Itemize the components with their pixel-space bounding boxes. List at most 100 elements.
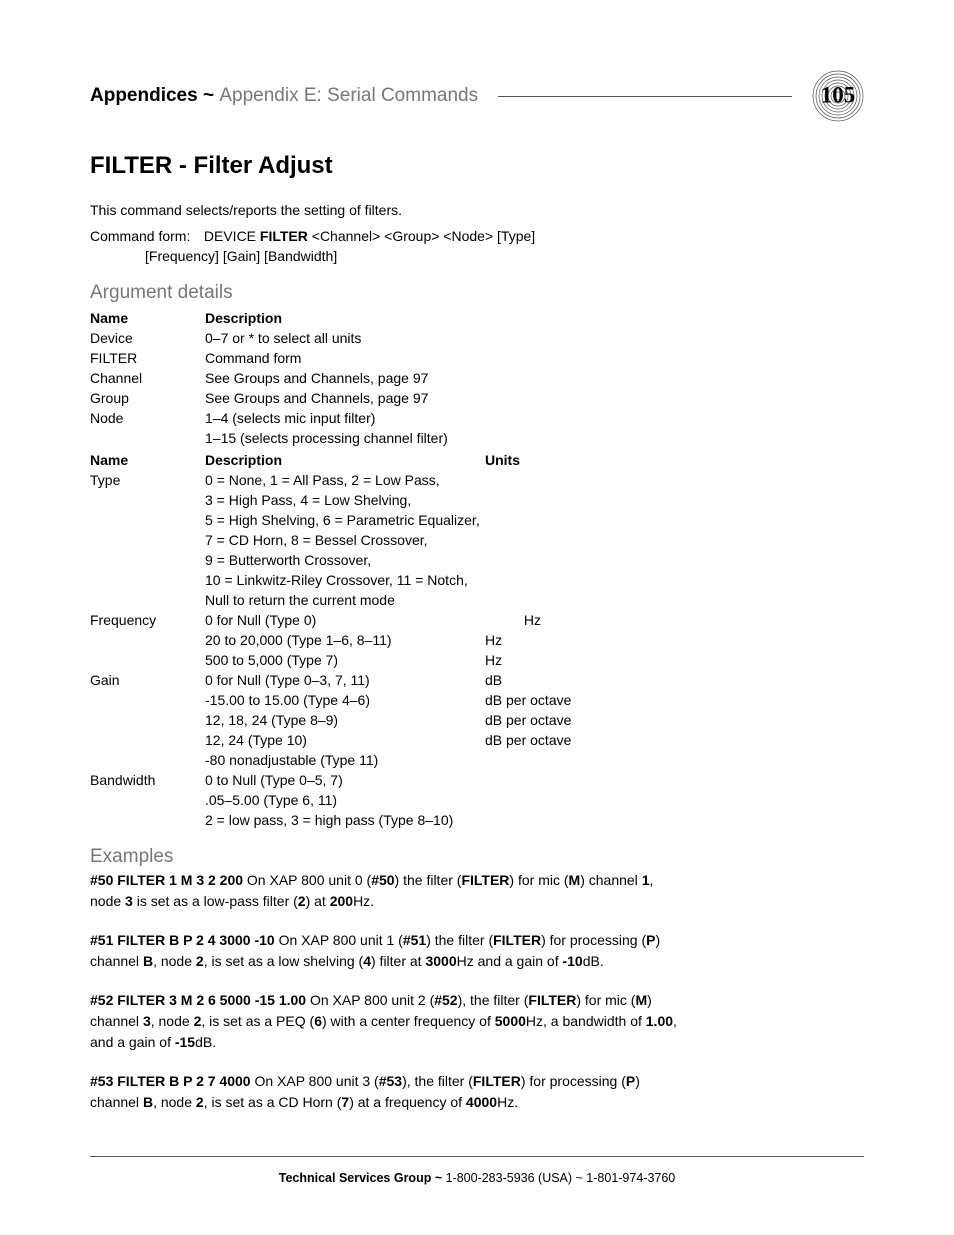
table-header-row: Name Description xyxy=(90,306,864,328)
arg-units: dB per octave xyxy=(485,710,864,730)
command-form-line2: [Frequency] [Gain] [Bandwidth] xyxy=(145,248,864,264)
table-row: -80 nonadjustable (Type 11) xyxy=(90,750,864,770)
command-form-label: Command form: xyxy=(90,228,200,244)
table-row: 10 = Linkwitz-Riley Crossover, 11 = Notc… xyxy=(90,570,864,590)
arg-desc: 7 = CD Horn, 8 = Bessel Crossover, xyxy=(205,530,485,550)
arg-units xyxy=(485,750,864,770)
arg-name xyxy=(90,630,205,650)
col-header-name: Name xyxy=(90,306,205,328)
arg-desc: 500 to 5,000 (Type 7) xyxy=(205,650,485,670)
arg-units xyxy=(485,770,864,790)
arg-name xyxy=(90,428,205,448)
arg-name xyxy=(90,510,205,530)
arg-units: Hz xyxy=(485,630,864,650)
arg-name xyxy=(90,590,205,610)
breadcrumb-sub: Appendix E: Serial Commands xyxy=(219,85,478,106)
table-row: Device0–7 or * to select all units xyxy=(90,328,864,348)
arg-desc: See Groups and Channels, page 97 xyxy=(205,368,485,388)
arg-name xyxy=(90,490,205,510)
table-row: 2 = low pass, 3 = high pass (Type 8–10) xyxy=(90,810,864,830)
arg-units: dB xyxy=(485,670,864,690)
arg-name: Type xyxy=(90,470,205,490)
arg-desc: 0 for Null (Type 0) xyxy=(205,610,485,630)
arg-name: Bandwidth xyxy=(90,770,205,790)
arg-name: Device xyxy=(90,328,205,348)
arg-units xyxy=(485,590,864,610)
table-row: Null to return the current mode xyxy=(90,590,864,610)
table-row: ChannelSee Groups and Channels, page 97 xyxy=(90,368,864,388)
table-row: FILTERCommand form xyxy=(90,348,864,368)
arg-units: dB per octave xyxy=(485,690,864,710)
arg-name: Channel xyxy=(90,368,205,388)
col-header-units: Units xyxy=(485,448,864,470)
arg-name xyxy=(90,550,205,570)
arg-name xyxy=(90,790,205,810)
header-rule xyxy=(498,96,792,97)
arg-desc: Command form xyxy=(205,348,485,368)
arg-desc: -80 nonadjustable (Type 11) xyxy=(205,750,485,770)
arg-desc: 3 = High Pass, 4 = Low Shelving, xyxy=(205,490,485,510)
example-paragraph: #50 FILTER 1 M 3 2 200 On XAP 800 unit 0… xyxy=(90,870,680,912)
command-form-args: <Channel> <Group> <Node> [Type] xyxy=(308,228,535,244)
footer-org: Technical Services Group ~ xyxy=(279,1171,446,1185)
arg-units xyxy=(485,510,864,530)
footer-phones: 1-800-283-5936 (USA) ~ 1-801-974-3760 xyxy=(446,1171,676,1185)
arg-desc: 9 = Butterworth Crossover, xyxy=(205,550,485,570)
arg-units: Hz xyxy=(485,610,864,630)
breadcrumb: Appendices ~ Appendix E: Serial Commands xyxy=(90,85,478,107)
argument-details-heading: Argument details xyxy=(90,282,864,304)
command-title: FILTER - Filter Adjust xyxy=(90,152,864,180)
arg-desc: Null to return the current mode xyxy=(205,590,485,610)
arg-name: Gain xyxy=(90,670,205,690)
arg-units xyxy=(485,550,864,570)
table-row: GroupSee Groups and Channels, page 97 xyxy=(90,388,864,408)
command-form-line1: Command form: DEVICE FILTER <Channel> <G… xyxy=(90,228,864,244)
arg-units xyxy=(485,810,864,830)
arg-name xyxy=(90,810,205,830)
arg-name xyxy=(90,530,205,550)
table-row: 7 = CD Horn, 8 = Bessel Crossover, xyxy=(90,530,864,550)
arg-desc: 5 = High Shelving, 6 = Parametric Equali… xyxy=(205,510,485,530)
arg-desc: 12, 24 (Type 10) xyxy=(205,730,485,750)
arg-desc: 1–4 (selects mic input filter) xyxy=(205,408,485,428)
example-paragraph: #52 FILTER 3 M 2 6 5000 -15 1.00 On XAP … xyxy=(90,990,680,1053)
arg-desc: 0–7 or * to select all units xyxy=(205,328,485,348)
col-header-desc: Description xyxy=(205,448,485,470)
example-paragraph: #53 FILTER B P 2 7 4000 On XAP 800 unit … xyxy=(90,1071,680,1113)
intro-text: This command selects/reports the setting… xyxy=(90,202,864,218)
example-paragraph: #51 FILTER B P 2 4 3000 -10 On XAP 800 u… xyxy=(90,930,680,972)
examples-block: #50 FILTER 1 M 3 2 200 On XAP 800 unit 0… xyxy=(90,870,864,1113)
table-row: 5 = High Shelving, 6 = Parametric Equali… xyxy=(90,510,864,530)
table-header-row: Name Description Units xyxy=(90,448,864,470)
table-row: -15.00 to 15.00 (Type 4–6)dB per octave xyxy=(90,690,864,710)
arg-desc: -15.00 to 15.00 (Type 4–6) xyxy=(205,690,485,710)
arg-desc: 0 = None, 1 = All Pass, 2 = Low Pass, xyxy=(205,470,485,490)
table-row: Gain0 for Null (Type 0–3, 7, 11)dB xyxy=(90,670,864,690)
arg-units xyxy=(485,490,864,510)
arg-units xyxy=(485,530,864,550)
arg-name xyxy=(90,650,205,670)
page-footer: Technical Services Group ~ 1-800-283-593… xyxy=(90,1156,864,1185)
arg-units xyxy=(485,470,864,490)
table-row: 3 = High Pass, 4 = Low Shelving, xyxy=(90,490,864,510)
table-row: Type0 = None, 1 = All Pass, 2 = Low Pass… xyxy=(90,470,864,490)
arg-desc: 12, 18, 24 (Type 8–9) xyxy=(205,710,485,730)
arg-units xyxy=(485,790,864,810)
breadcrumb-section: Appendices ~ xyxy=(90,85,219,106)
arg-desc: 1–15 (selects processing channel filter) xyxy=(205,428,485,448)
arg-name xyxy=(90,690,205,710)
col-header-desc: Description xyxy=(205,306,485,328)
arg-units: Hz xyxy=(485,650,864,670)
examples-heading: Examples xyxy=(90,846,864,868)
arg-desc: 20 to 20,000 (Type 1–6, 8–11) xyxy=(205,630,485,650)
arg-name: Group xyxy=(90,388,205,408)
command-form-keyword: FILTER xyxy=(260,228,308,244)
arg-name: Node xyxy=(90,408,205,428)
argument-table: Name Description Device0–7 or * to selec… xyxy=(90,306,864,830)
table-row: 1–15 (selects processing channel filter) xyxy=(90,428,864,448)
arg-desc: See Groups and Channels, page 97 xyxy=(205,388,485,408)
table-row: 500 to 5,000 (Type 7)Hz xyxy=(90,650,864,670)
table-row: 12, 24 (Type 10)dB per octave xyxy=(90,730,864,750)
table-row: 9 = Butterworth Crossover, xyxy=(90,550,864,570)
footer-rule xyxy=(90,1156,864,1157)
